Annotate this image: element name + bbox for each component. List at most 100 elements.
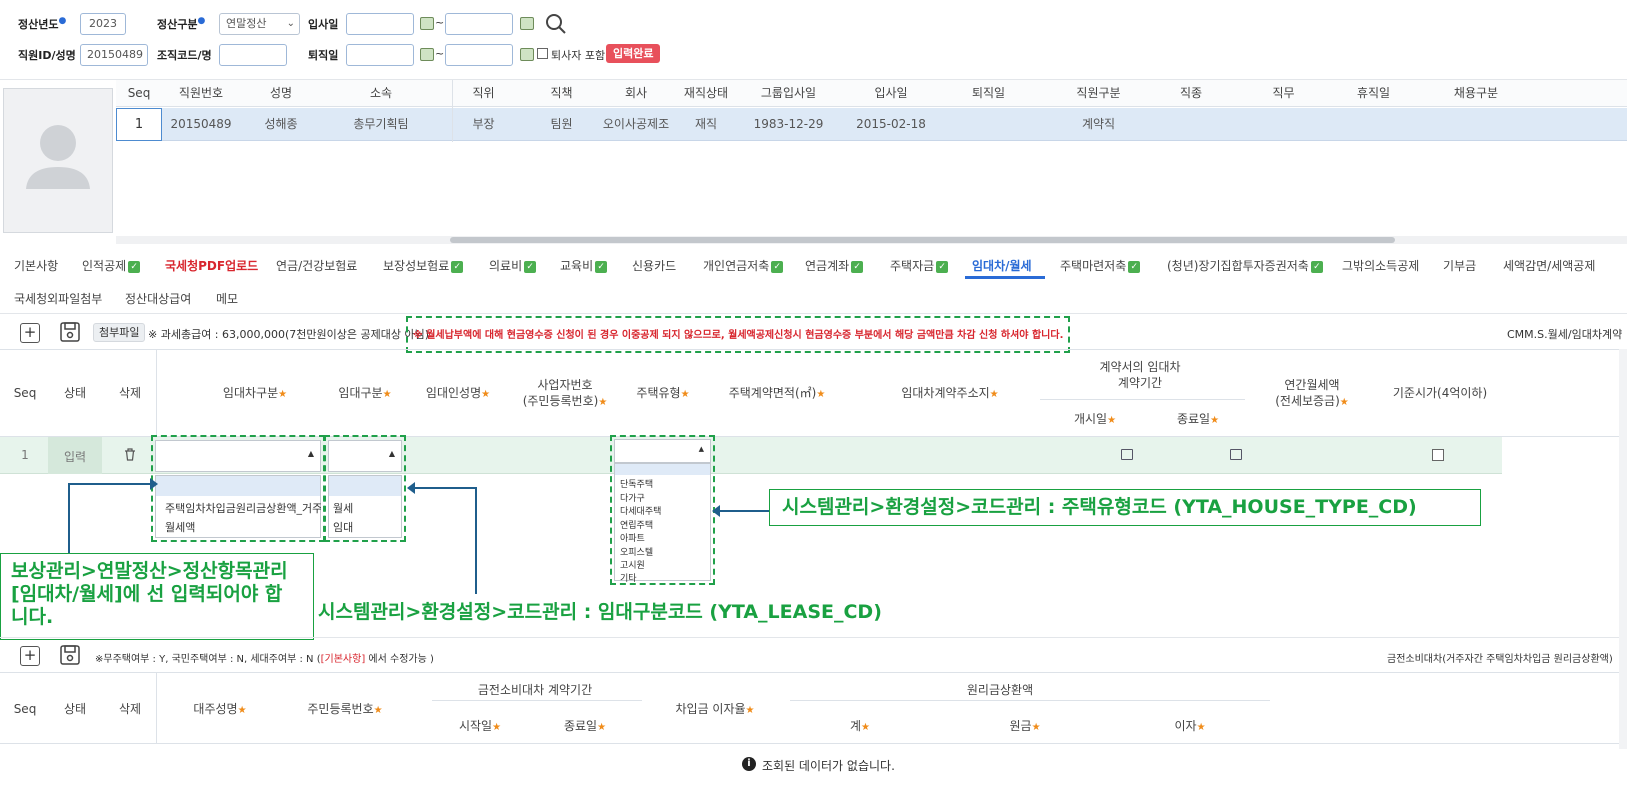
tab[interactable]: 국세청PDF업로드 (165, 257, 258, 274)
lease-type-select[interactable]: ▲ (155, 440, 321, 472)
dropdown-option[interactable]: 다가구 (620, 491, 645, 504)
calendar-icon[interactable] (1230, 449, 1242, 460)
header-base-price: 기준시가(4억이하) (1392, 386, 1488, 400)
dropdown-option[interactable]: 월세 (333, 500, 353, 516)
divider (790, 700, 1270, 701)
tab[interactable]: 보장성보험료 ✓ (383, 257, 464, 274)
dropdown-option[interactable] (615, 464, 710, 475)
trash-icon[interactable] (124, 448, 136, 461)
tab-label: 그밖의소득공제 (1342, 259, 1420, 273)
base-price-checkbox[interactable] (1432, 449, 1444, 461)
tab-label: 기본사항 (14, 259, 59, 273)
calendar-icon[interactable] (1121, 449, 1133, 460)
tab[interactable]: 의료비 ✓ (489, 257, 537, 274)
tab[interactable]: 임대차/월세 (972, 257, 1032, 274)
employee-grid-header: Seq 직원번호 성명 소속 직위 직책 회사 재직상태 그룹입사일 입사일 퇴직일 직원구분 직종 직무… (116, 80, 1627, 107)
check-icon: ✓ (128, 260, 141, 273)
search-icon[interactable] (545, 13, 567, 35)
employee-id-input[interactable]: 20150489 (80, 44, 148, 66)
tab-label: 의료비 (489, 259, 523, 273)
tab[interactable]: 신용카드 (632, 257, 676, 274)
header-lender: 대주성명★ (193, 702, 247, 716)
tab[interactable]: 그밖의소득공제 (1342, 257, 1419, 274)
active-tab-indicator (965, 276, 1045, 279)
dropdown-option[interactable]: 연립주택 (620, 518, 653, 531)
add-row-button[interactable]: + (20, 646, 40, 666)
lease-kind-select[interactable]: ▲ (328, 440, 402, 472)
check-icon: ✓ (524, 260, 537, 273)
tab[interactable]: 연금계좌 ✓ (805, 257, 864, 274)
hire-date-from[interactable] (346, 13, 414, 35)
dropdown-option[interactable]: 주택임차차입금원리금상환액_거주자 (165, 500, 321, 516)
range-separator: ~ (435, 16, 445, 29)
retire-date-from[interactable] (346, 44, 414, 66)
dropdown-option[interactable]: 다세대주택 (620, 504, 661, 517)
tab[interactable]: (청년)장기집합투자증권저축 ✓ (1167, 257, 1323, 274)
tab[interactable]: 개인연금저축 ✓ (703, 257, 784, 274)
arrow-line (68, 483, 152, 485)
tab[interactable]: 세액감면/세액공제 (1503, 257, 1595, 274)
header-area: 주택계약면적(㎡)★ (728, 386, 826, 400)
hire-date-to[interactable] (445, 13, 513, 35)
tab[interactable]: 주택자금 ✓ (890, 257, 949, 274)
tab-label: 국세청PDF업로드 (165, 259, 259, 273)
save-icon[interactable] (60, 322, 80, 342)
dropdown-option[interactable]: 고시원 (620, 558, 645, 571)
tab[interactable]: 기부금 (1443, 257, 1476, 274)
menu-note-line: [임대차/월세]에 선 입력되어야 합 (11, 583, 283, 605)
header-period: 계약서의 임대차 계약기간 (1099, 360, 1181, 390)
dropdown-option[interactable]: 임대 (333, 519, 353, 535)
dropdown-option[interactable] (156, 476, 320, 496)
dropdown-option[interactable] (329, 476, 401, 496)
tab[interactable]: 기본사항 (14, 257, 58, 274)
table-cell: 2015-02-18 (856, 117, 926, 131)
tab[interactable]: 주택마련저축 ✓ (1060, 257, 1141, 274)
dropdown-option[interactable]: 월세액 (165, 519, 195, 535)
vertical-scrollbar[interactable] (1619, 349, 1627, 749)
table-cell: 총무기획팀 (353, 117, 409, 131)
dropdown-option[interactable]: 단독주택 (620, 477, 653, 490)
tab[interactable]: 메모 (216, 290, 238, 307)
row-seq-cell[interactable]: 1 (116, 108, 162, 141)
calendar-icon[interactable] (420, 17, 434, 30)
tab-label: 연금/건강보험료 (276, 259, 358, 273)
header-delete: 삭제 (118, 386, 142, 400)
org-code-input[interactable] (219, 44, 287, 66)
save-icon[interactable] (60, 645, 80, 665)
header-rate: 차입금 이자율★ (675, 702, 755, 716)
tab[interactable]: 교육비 ✓ (560, 257, 608, 274)
arrow-head-icon (712, 505, 720, 517)
header-bizno: 사업자번호 (주민등록번호)★ (522, 378, 608, 408)
tab[interactable]: 정산대상급여 (125, 290, 191, 307)
calendar-icon[interactable] (520, 17, 534, 30)
calendar-icon[interactable] (520, 48, 534, 61)
info-icon: i (742, 757, 756, 771)
year-input[interactable]: 2023 (80, 13, 126, 35)
attach-file-button[interactable]: 첨부파일 (93, 323, 146, 342)
divider (0, 637, 1627, 638)
settlement-type-label: 정산구분● (157, 16, 206, 31)
dropdown-option[interactable]: 오피스텔 (620, 545, 653, 558)
settlement-type-select[interactable]: 연말정산 ⌄ (219, 13, 300, 35)
add-row-button[interactable]: + (20, 323, 40, 343)
divider (1040, 399, 1245, 400)
tab-label: 국세청외파일첨부 (14, 292, 103, 306)
tab[interactable]: 연금/건강보험료 (276, 257, 357, 274)
basic-info-link[interactable]: [기본사항] (321, 654, 366, 665)
scrollbar-thumb[interactable] (450, 237, 1395, 243)
tab-label: 개인연금저축 (703, 259, 770, 273)
calendar-icon[interactable] (420, 48, 434, 61)
retire-date-to[interactable] (445, 44, 513, 66)
table-row[interactable]: 20150489 성해종 총무기획팀 부장 팀원 오이사공제조 재직 1983-12-29 20… (116, 108, 1627, 141)
dropdown-option[interactable]: 아파트 (620, 531, 645, 544)
house-type-select[interactable]: ▲ (614, 439, 711, 463)
tab[interactable]: 인적공제 ✓ (82, 257, 141, 274)
dropdown-option[interactable]: 기타 (620, 571, 637, 584)
tab[interactable]: 국세청외파일첨부 (14, 290, 102, 307)
header-lessor: 임대인성명★ (425, 386, 491, 400)
column-header: 퇴직일 (971, 86, 1006, 100)
check-icon: ✓ (851, 260, 864, 273)
screen-code: CMM.S.월세/임대차계약 (1507, 328, 1623, 341)
include-retired-checkbox[interactable] (537, 48, 548, 59)
tab-label: 교육비 (560, 259, 594, 273)
